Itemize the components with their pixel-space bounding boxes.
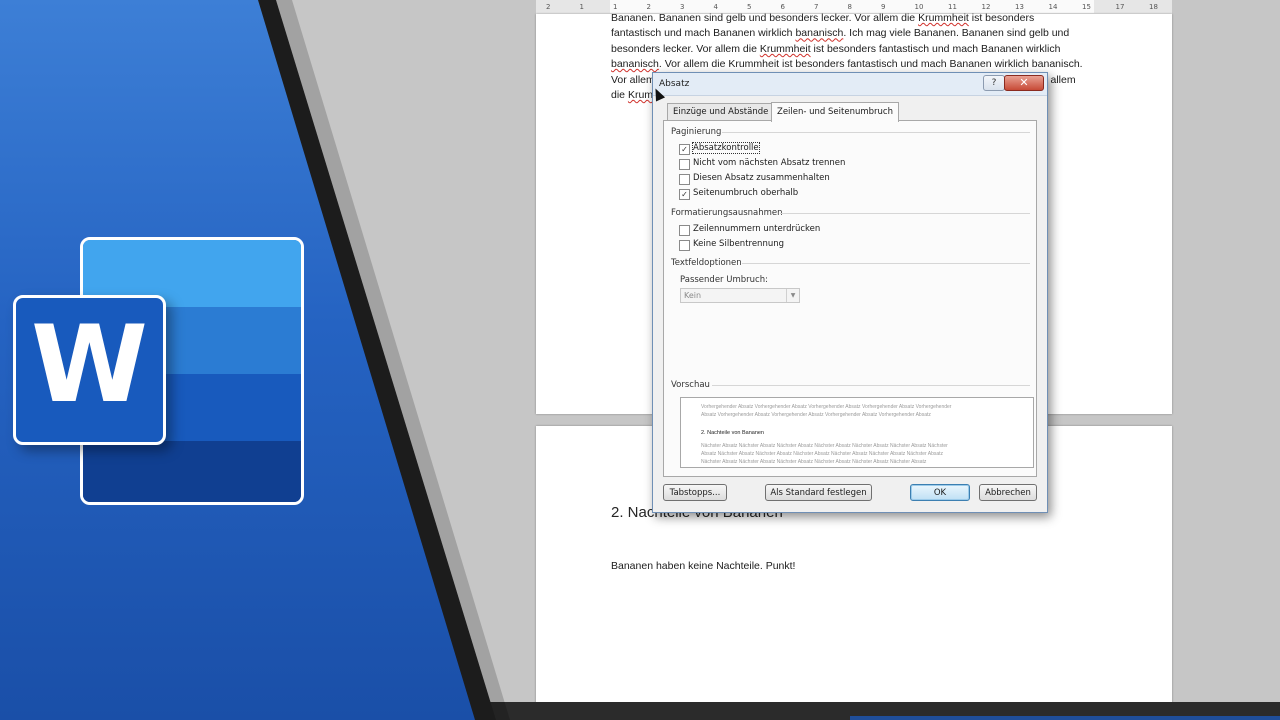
ruler-tick: 1 xyxy=(579,3,584,11)
ruler-tick: 9 xyxy=(881,3,886,11)
tab-panel: Paginierung ✓ Absatzkontrolle Nicht vom … xyxy=(663,120,1037,477)
ruler-tick: 17 xyxy=(1115,3,1125,11)
ruler-tick: 8 xyxy=(847,3,852,11)
section-textfeldoptionen: Textfeldoptionen xyxy=(671,258,742,268)
text-run: fantastisch und mach Bananen wirklich xyxy=(611,27,796,40)
set-default-button[interactable]: Als Standard festlegen xyxy=(765,484,872,501)
divider xyxy=(722,132,1030,133)
dialog-title: Absatz xyxy=(659,79,690,89)
ruler-tick: 2 xyxy=(646,3,651,11)
section-vorschau: Vorschau xyxy=(671,380,710,390)
ruler-tick: 15 xyxy=(1082,3,1091,11)
help-button[interactable]: ? xyxy=(983,75,1005,91)
misspelled-word[interactable]: Krummheit xyxy=(760,43,811,55)
checkbox-box[interactable] xyxy=(679,174,690,185)
checkbox-label[interactable]: Keine Silbentrennung xyxy=(693,239,784,249)
text-run: Bananen. Bananen sind gelb und besonders… xyxy=(611,12,919,24)
logo-band-4 xyxy=(83,441,301,502)
text-run: die xyxy=(611,89,628,102)
text-run: besonders lecker. Vor allem die xyxy=(611,42,760,55)
wrap-label: Passender Umbruch: xyxy=(680,275,768,285)
paragraph-dialog: Absatz ? ✕ Einzüge und Abstände Zeilen- … xyxy=(652,72,1048,513)
ruler-tick: 7 xyxy=(814,3,819,11)
status-bar xyxy=(440,702,1280,720)
cancel-button[interactable]: Abbrechen xyxy=(979,484,1037,501)
ruler-tick: 10 xyxy=(914,3,924,11)
wrap-select-value: Kein xyxy=(684,291,702,300)
misspelled-word[interactable]: bananisch xyxy=(795,27,843,39)
text-line[interactable]: Bananen. Bananen sind gelb und besonders… xyxy=(611,11,1101,26)
text-line[interactable]: besonders lecker. Vor allem die Krummhei… xyxy=(611,42,1101,57)
ruler-tick: 4 xyxy=(713,3,718,11)
wrap-select[interactable]: Kein ▼ xyxy=(680,288,800,303)
checkbox-box[interactable] xyxy=(679,240,690,251)
ruler-tick: 11 xyxy=(948,3,957,11)
checkbox-label[interactable]: Diesen Absatz zusammenhalten xyxy=(693,173,830,183)
word-logo-icon: W xyxy=(13,295,166,445)
checkbox-box[interactable]: ✓ xyxy=(679,189,690,200)
ruler-tick: 14 xyxy=(1048,3,1058,11)
dialog-titlebar[interactable]: Absatz ? ✕ xyxy=(653,73,1047,96)
divider xyxy=(780,213,1030,214)
ruler-tick: 3 xyxy=(680,3,685,11)
tab-einzuege[interactable]: Einzüge und Abstände xyxy=(667,103,775,121)
word-logo-letter: W xyxy=(31,303,148,426)
text-run: . Ich mag viele Bananen. Bananen sind ge… xyxy=(843,27,1070,40)
ruler-tick: 13 xyxy=(1015,3,1024,11)
preview-box: Vorhergehender Absatz Vorhergehender Abs… xyxy=(680,397,1034,468)
checkbox-label[interactable]: Absatzkontrolle xyxy=(692,142,760,154)
ruler-tick: 5 xyxy=(747,3,752,11)
misspelled-word[interactable]: bananisch xyxy=(611,58,659,70)
ruler-tick: 6 xyxy=(780,3,785,11)
tab-zeilen-seitenumbruch[interactable]: Zeilen- und Seitenumbruch xyxy=(771,102,899,122)
taskbar-strip xyxy=(850,716,1280,720)
preview-heading: 2. Nachteile von Bananen xyxy=(701,430,764,436)
section-formatierungsausnahmen: Formatierungsausnahmen xyxy=(671,208,783,218)
tabstopps-button[interactable]: Tabstopps... xyxy=(663,484,727,501)
section-paginierung: Paginierung xyxy=(671,127,722,137)
preview-prev-line: Absatz Vorhergehender Absatz Vorhergehen… xyxy=(701,412,931,418)
misspelled-word[interactable]: Krummheit xyxy=(918,12,969,24)
ok-button[interactable]: OK xyxy=(910,484,970,501)
close-icon: ✕ xyxy=(1019,76,1029,89)
text-line[interactable]: bananisch. Vor allem die Krummheit ist b… xyxy=(611,57,1101,72)
checkbox-box[interactable] xyxy=(679,159,690,170)
ruler-tick: 12 xyxy=(981,3,991,11)
checkbox-box[interactable] xyxy=(679,225,690,236)
paragraph-text[interactable]: Bananen haben keine Nachteile. Punkt! xyxy=(611,560,795,572)
divider xyxy=(742,263,1030,264)
checkbox-label[interactable]: Nicht vom nächsten Absatz trennen xyxy=(693,158,845,168)
checkbox-box[interactable]: ✓ xyxy=(679,144,690,155)
ruler-tick: 2 xyxy=(546,3,551,11)
text-line[interactable]: fantastisch und mach Bananen wirklich ba… xyxy=(611,26,1101,41)
screen: 2 1 1 2 3 4 5 6 7 8 9 10 11 12 13 14 15 17 18 Bananen. Ban… xyxy=(0,0,1280,720)
text-run: . Vor allem die Krummheit ist besonders … xyxy=(658,58,1083,71)
chevron-down-icon[interactable]: ▼ xyxy=(786,289,799,302)
text-run: ist besonders fantastisch und mach Banan… xyxy=(810,42,1061,55)
divider xyxy=(712,385,1030,386)
ruler-tick: 1 xyxy=(613,3,618,11)
text-run: ist besonders xyxy=(968,12,1035,24)
checkbox-label[interactable]: Zeilennummern unterdrücken xyxy=(693,224,820,234)
preview-next-line: Nächster Absatz Nächster Absatz Nächster… xyxy=(701,459,927,465)
ruler-tick: 18 xyxy=(1149,3,1158,11)
checkbox-label[interactable]: Seitenumbruch oberhalb xyxy=(693,188,798,198)
close-button[interactable]: ✕ xyxy=(1004,75,1044,91)
